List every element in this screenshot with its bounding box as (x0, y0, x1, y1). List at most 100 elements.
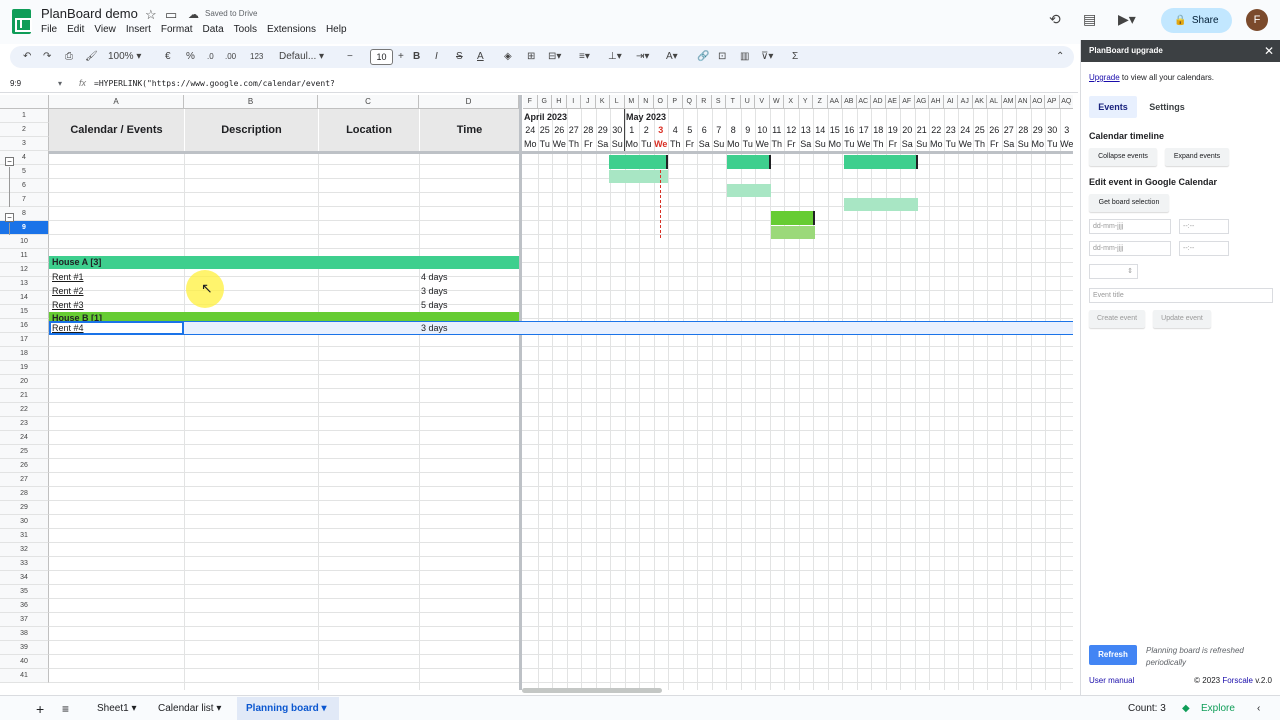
row-header[interactable]: 37 (0, 613, 49, 627)
explore-button[interactable]: Explore (1201, 701, 1235, 717)
decrease-font-icon[interactable]: − (347, 50, 353, 64)
row-header[interactable]: 21 (0, 389, 49, 403)
row-header[interactable]: 2 (0, 123, 49, 137)
event-bar-rent-2[interactable] (727, 184, 771, 197)
row-header[interactable]: 24 (0, 431, 49, 445)
select-all-corner[interactable] (0, 95, 49, 109)
comments-icon[interactable]: ▤ (1083, 11, 1096, 28)
font-select[interactable]: Defaul... ▾ (279, 50, 324, 64)
menu-view[interactable]: View (94, 24, 116, 35)
row-header[interactable]: 39 (0, 641, 49, 655)
print-icon[interactable]: ⎙ (65, 50, 73, 64)
italic-icon[interactable]: I (435, 50, 438, 64)
row-header[interactable]: 6 (0, 179, 49, 193)
row-header[interactable]: 41 (0, 669, 49, 683)
refresh-button[interactable]: Refresh (1089, 645, 1137, 665)
spreadsheet-grid[interactable]: A B C D F G H I J K L M N O P Q R S T U V W X Y Z AA AB AC AD AE A… (0, 95, 1073, 690)
version-history-icon[interactable]: ⟲ (1049, 11, 1061, 28)
column-header-timeline[interactable]: AQ (1059, 95, 1073, 109)
event-link-rent-3[interactable]: Rent #3 (49, 298, 84, 312)
collapse-group-house-b-icon[interactable]: − (5, 213, 14, 222)
functions-icon[interactable]: Σ (792, 50, 798, 64)
vertical-align-icon[interactable]: ⊥▾ (608, 50, 622, 64)
share-button[interactable]: 🔒 Share (1161, 8, 1232, 33)
column-header-timeline[interactable]: AC (856, 95, 871, 109)
frozen-column-divider[interactable] (519, 95, 522, 690)
summary-bar-house-a-2[interactable] (727, 155, 771, 169)
move-folder-icon[interactable]: ▭ (165, 7, 177, 23)
column-header-timeline[interactable]: M (624, 95, 639, 109)
column-header-timeline[interactable]: AP (1045, 95, 1060, 109)
insert-chart-icon[interactable]: ▥ (740, 50, 749, 64)
tab-events[interactable]: Events (1089, 96, 1137, 118)
sheet-tab-calendar-list[interactable]: Calendar list ▾ (158, 701, 221, 717)
star-icon[interactable]: ☆ (145, 7, 157, 23)
menu-tools[interactable]: Tools (234, 24, 257, 35)
row-header[interactable]: 5 (0, 165, 49, 179)
column-header-timeline[interactable]: AO (1030, 95, 1045, 109)
end-date-input[interactable]: dd-mm-jjjj (1089, 241, 1171, 256)
sheet-tab-sheet1[interactable]: Sheet1 ▾ (97, 701, 137, 717)
column-header-timeline[interactable]: R (697, 95, 712, 109)
bold-icon[interactable]: B (413, 50, 420, 64)
fill-color-icon[interactable]: ◈ (504, 50, 512, 64)
upgrade-link[interactable]: Upgrade (1089, 73, 1120, 82)
collapse-events-button[interactable]: Collapse events (1089, 148, 1157, 166)
tab-settings[interactable]: Settings (1141, 96, 1193, 118)
row-header[interactable]: 9 (0, 221, 49, 235)
event-bar-rent-3[interactable] (844, 198, 918, 211)
add-sheet-icon[interactable]: + (36, 701, 44, 717)
sheets-logo-icon[interactable] (12, 9, 32, 34)
row-header[interactable]: 14 (0, 291, 49, 305)
insert-comment-icon[interactable]: ⊡ (718, 50, 726, 64)
row-header[interactable]: 25 (0, 445, 49, 459)
column-header-timeline[interactable]: Y (798, 95, 813, 109)
column-header-timeline[interactable]: AJ (958, 95, 973, 109)
column-header-timeline[interactable]: AH (929, 95, 944, 109)
undo-icon[interactable]: ↶ (23, 50, 31, 64)
menu-format[interactable]: Format (161, 24, 193, 35)
event-link-rent-2[interactable]: Rent #2 (49, 284, 84, 298)
close-icon[interactable]: ✕ (1264, 40, 1274, 62)
column-header-timeline[interactable]: AG (914, 95, 929, 109)
menu-edit[interactable]: Edit (67, 24, 84, 35)
percent-format-button[interactable]: % (186, 50, 195, 64)
column-header-timeline[interactable]: F (523, 95, 538, 109)
column-header-timeline[interactable]: AE (885, 95, 900, 109)
column-header-timeline[interactable]: V (755, 95, 770, 109)
summary-bar-house-a-1[interactable] (609, 155, 668, 169)
increase-font-icon[interactable]: + (398, 50, 404, 64)
create-event-button[interactable]: Create event (1089, 310, 1145, 328)
column-header-timeline[interactable]: AN (1016, 95, 1031, 109)
redo-icon[interactable]: ↷ (43, 50, 51, 64)
row-header[interactable]: 13 (0, 277, 49, 291)
row-header[interactable]: 15 (0, 305, 49, 319)
start-date-input[interactable]: dd-mm-jjjj (1089, 219, 1171, 234)
column-header-timeline[interactable]: Z (813, 95, 828, 109)
selected-row-9[interactable] (49, 321, 1073, 335)
column-header-timeline[interactable]: U (740, 95, 755, 109)
column-header-timeline[interactable]: P (668, 95, 683, 109)
row-header[interactable]: 40 (0, 655, 49, 669)
column-header-timeline[interactable]: H (552, 95, 567, 109)
more-formats-button[interactable]: 123 (250, 50, 263, 64)
increase-decimals-icon[interactable]: .00 (225, 50, 236, 64)
name-box[interactable]: 9:9 (10, 79, 21, 88)
sheet-tab-planning-board[interactable]: Planning board ▾ (246, 701, 327, 717)
row-header[interactable]: 29 (0, 501, 49, 515)
calendar-select[interactable]: ⇕ (1089, 264, 1138, 279)
header-location[interactable]: Location (318, 109, 419, 151)
column-header-timeline[interactable]: AK (972, 95, 987, 109)
row-header[interactable]: 32 (0, 543, 49, 557)
column-header-timeline[interactable]: G (537, 95, 552, 109)
group-label-house-a[interactable]: House A [3] (49, 255, 101, 269)
text-color-icon[interactable]: A (477, 50, 484, 64)
filter-icon[interactable]: ⊽▾ (761, 50, 773, 64)
horizontal-align-icon[interactable]: ≡▾ (579, 50, 590, 64)
menu-insert[interactable]: Insert (126, 24, 151, 35)
event-link-rent-4[interactable]: Rent #4 (49, 321, 84, 335)
menu-data[interactable]: Data (203, 24, 224, 35)
borders-icon[interactable]: ⊞ (527, 50, 535, 64)
currency-format-button[interactable]: € (165, 50, 171, 64)
column-header-timeline[interactable]: W (769, 95, 784, 109)
